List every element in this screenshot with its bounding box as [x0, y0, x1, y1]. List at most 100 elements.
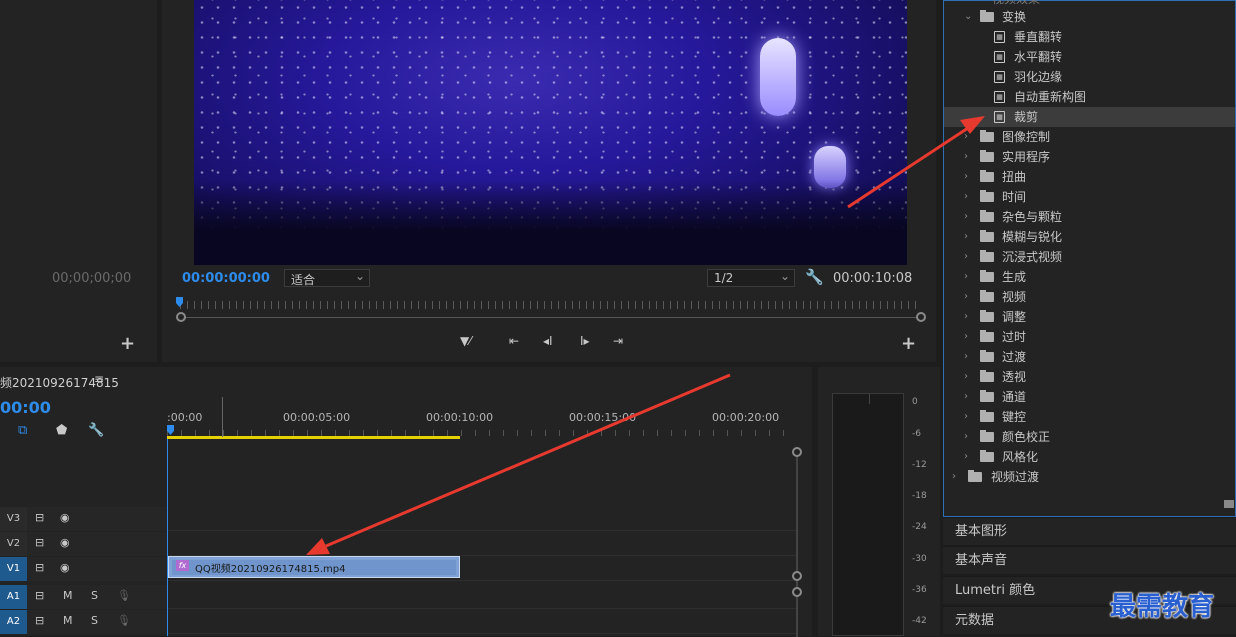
eye-icon[interactable]: ◉	[60, 561, 70, 574]
effect-folder[interactable]: › 模糊与锐化	[944, 227, 1235, 247]
zoom-handle-right[interactable]	[916, 312, 926, 322]
sync-lock-icon[interactable]: ⊟	[35, 614, 44, 627]
chevron-right-icon[interactable]: ›	[964, 227, 968, 247]
eye-icon[interactable]: ◉	[60, 536, 70, 549]
effect-folder[interactable]: › 调整	[944, 307, 1235, 327]
add-marker-icon[interactable]: ▼⁄	[460, 334, 471, 348]
video-stage	[194, 180, 907, 265]
mute-button[interactable]: M	[63, 614, 73, 627]
track-label[interactable]: V1	[0, 557, 27, 581]
timeline-timecode[interactable]: 00:00	[0, 398, 51, 417]
scroll-handle-top[interactable]	[792, 447, 802, 457]
sync-lock-icon[interactable]: ⊟	[35, 536, 44, 549]
chevron-right-icon[interactable]: ›	[964, 367, 968, 387]
chevron-right-icon[interactable]: ›	[964, 427, 968, 447]
step-back-edit-button[interactable]: ⇤	[509, 334, 519, 348]
folder-icon	[980, 290, 994, 302]
chevron-right-icon[interactable]: ›	[964, 327, 968, 347]
effect-folder[interactable]: › 键控	[944, 407, 1235, 427]
eye-icon[interactable]: ◉	[60, 511, 70, 524]
video-clip[interactable]: fx QQ视频20210926174815.mp4	[168, 556, 460, 578]
microphone-icon[interactable]: 🎙	[117, 589, 131, 602]
effect-folder[interactable]: › 通道	[944, 387, 1235, 407]
track-label[interactable]: A2	[0, 610, 27, 634]
effect-folder[interactable]: › 过时	[944, 327, 1235, 347]
step-back-button[interactable]: ◂I	[543, 334, 553, 348]
snap-icon[interactable]: ⧉	[18, 423, 27, 438]
effect-folder[interactable]: › 时间	[944, 187, 1235, 207]
wrench-icon[interactable]: 🔧	[88, 423, 104, 438]
effect-folder[interactable]: › 实用程序	[944, 147, 1235, 167]
effect-folder[interactable]: › 沉浸式视频	[944, 247, 1235, 267]
effect-folder[interactable]: › 风格化	[944, 447, 1235, 467]
step-forward-edit-button[interactable]: ⇥	[613, 334, 623, 348]
track-label[interactable]: A1	[0, 585, 27, 609]
source-timecode[interactable]: 00;00;00;00	[52, 271, 131, 286]
work-area-bar[interactable]	[167, 436, 460, 439]
chevron-right-icon[interactable]: ›	[964, 247, 968, 267]
chevron-right-icon[interactable]: ›	[964, 127, 968, 147]
folder-icon	[980, 270, 994, 282]
chevron-right-icon[interactable]: ›	[964, 147, 968, 167]
effect-folder[interactable]: › 扭曲	[944, 167, 1235, 187]
wrench-icon[interactable]: 🔧	[805, 268, 824, 286]
effect-item-label: 羽化边缘	[1014, 70, 1063, 84]
effect-item[interactable]: ▦ 裁剪	[944, 107, 1235, 127]
scroll-handle-bottom[interactable]	[792, 571, 802, 581]
chevron-right-icon[interactable]: ›	[964, 387, 968, 407]
program-scrub-bar[interactable]	[176, 297, 926, 322]
track-v2[interactable]: V2 ⊟ ◉	[0, 532, 797, 556]
solo-button[interactable]: S	[91, 589, 98, 602]
scroll-handle-audio[interactable]	[792, 587, 802, 597]
chevron-right-icon[interactable]: ›	[964, 447, 968, 467]
effect-folder[interactable]: › 视频	[944, 287, 1235, 307]
sync-lock-icon[interactable]: ⊟	[35, 589, 44, 602]
marker-icon[interactable]: ⬟	[56, 423, 67, 438]
panel-essential-sound[interactable]: 基本声音	[943, 546, 1236, 574]
effect-folder[interactable]: › 颜色校正	[944, 427, 1235, 447]
chevron-right-icon[interactable]: ›	[964, 167, 968, 187]
program-add-button[interactable]: +	[901, 335, 916, 353]
chevron-right-icon[interactable]: ›	[964, 407, 968, 427]
chevron-down-icon[interactable]: ⌄	[964, 7, 972, 27]
effect-folder[interactable]: › 图像控制	[944, 127, 1235, 147]
effect-folder[interactable]: › 杂色与颗粒	[944, 207, 1235, 227]
track-a2[interactable]: A2 ⊟ M S 🎙	[0, 610, 797, 634]
effect-folder[interactable]: › 生成	[944, 267, 1235, 287]
panel-essential-graphics[interactable]: 基本图形	[943, 517, 1236, 545]
effect-folder[interactable]: › 视频过渡	[944, 467, 1235, 487]
sync-lock-icon[interactable]: ⊟	[35, 561, 44, 574]
zoom-handle-left[interactable]	[176, 312, 186, 322]
effect-item[interactable]: ▦ 垂直翻转	[944, 27, 1235, 47]
chevron-right-icon[interactable]: ›	[964, 207, 968, 227]
mute-button[interactable]: M	[63, 589, 73, 602]
timeline-vertical-scrollbar[interactable]	[792, 447, 802, 637]
track-a1[interactable]: A1 ⊟ M S 🎙	[0, 585, 797, 609]
panel-resize-icon[interactable]	[1224, 500, 1234, 508]
chevron-right-icon[interactable]: ›	[964, 307, 968, 327]
menu-icon[interactable]: ≡	[94, 372, 104, 386]
effect-item[interactable]: ▦ 羽化边缘	[944, 67, 1235, 87]
chevron-right-icon[interactable]: ›	[964, 347, 968, 367]
solo-button[interactable]: S	[91, 614, 98, 627]
track-label[interactable]: V2	[0, 532, 27, 556]
effect-folder[interactable]: ⌄ 变换	[944, 7, 1235, 27]
chevron-right-icon[interactable]: ›	[964, 287, 968, 307]
program-current-timecode[interactable]: 00:00:00:00	[182, 271, 270, 286]
chevron-right-icon[interactable]: ›	[952, 467, 956, 487]
timeline-ruler[interactable]: :00:00 00:00:05:00 00:00:10:00 00:00:15:…	[167, 407, 797, 439]
sync-lock-icon[interactable]: ⊟	[35, 511, 44, 524]
effect-item[interactable]: ▦ 水平翻转	[944, 47, 1235, 67]
microphone-icon[interactable]: 🎙	[117, 614, 131, 627]
effect-folder[interactable]: › 透视	[944, 367, 1235, 387]
track-label[interactable]: V3	[0, 507, 27, 531]
resolution-select[interactable]: 1/2 ⌄	[707, 269, 795, 287]
chevron-right-icon[interactable]: ›	[964, 187, 968, 207]
fit-select[interactable]: 适合 ⌄	[284, 269, 370, 287]
step-forward-button[interactable]: I▸	[580, 334, 590, 348]
effect-folder[interactable]: › 过渡	[944, 347, 1235, 367]
track-v3[interactable]: V3 ⊟ ◉	[0, 507, 797, 531]
chevron-right-icon[interactable]: ›	[964, 267, 968, 287]
effect-item[interactable]: ▦ 自动重新构图	[944, 87, 1235, 107]
source-add-button[interactable]: +	[120, 335, 135, 353]
